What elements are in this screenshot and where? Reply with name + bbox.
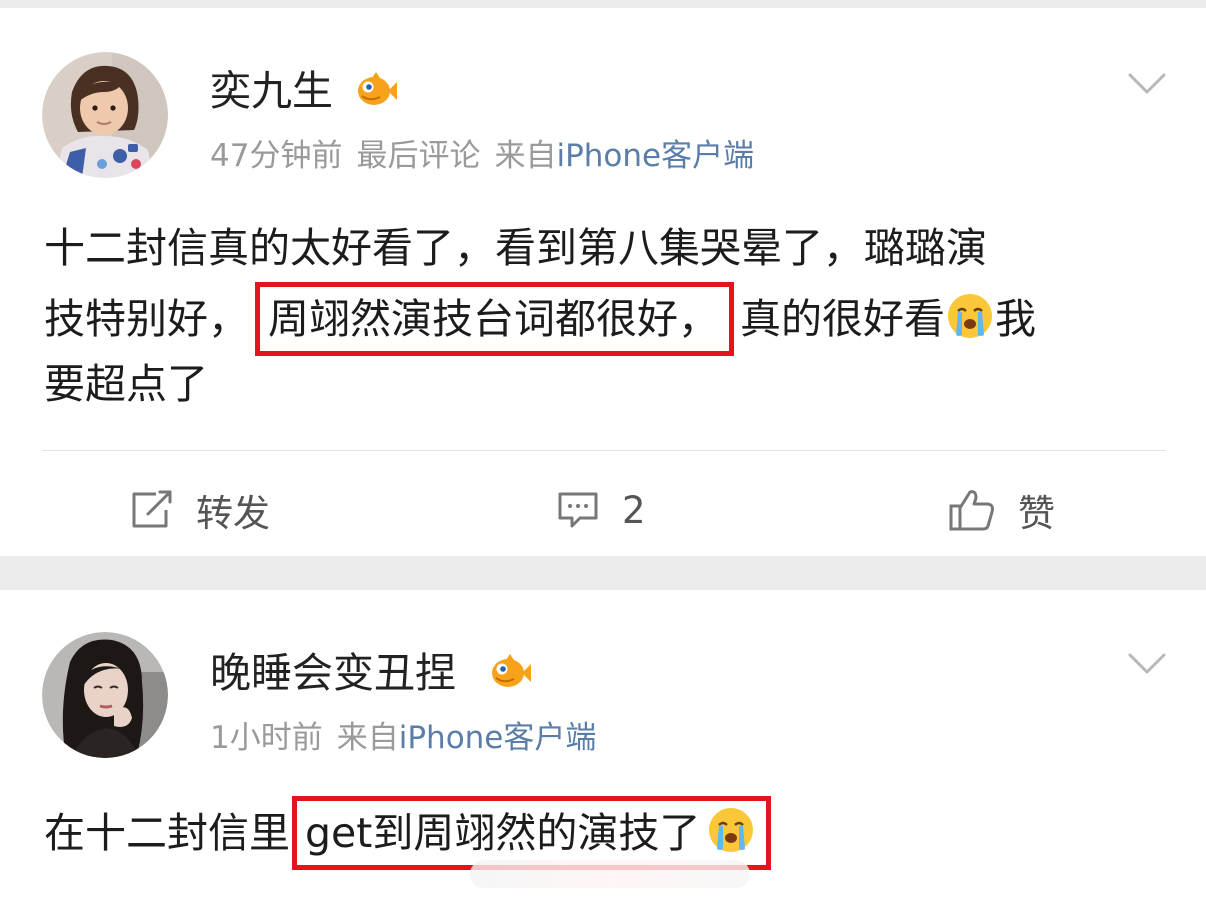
post-text-segment: 真的很好看 [740,295,945,343]
crying-face-icon [948,294,992,338]
repost-icon [132,490,172,528]
action-bar: 转发 2 赞 [0,478,1206,542]
last-comment-label: 最后评论 [356,138,481,174]
post-text: 十二封信真的太好看了，看到第八集哭晕了，璐璐演 技特别好， 周翊然演技台词都很好，… [44,214,1164,418]
source-prefix: 来自 [336,720,399,756]
blurred-watermark [470,860,750,888]
highlighted-text: 周翊然演技台词都很好， [255,282,734,356]
post-text-line: 技特别好， 周翊然演技台词都很好， 真的很好看 我 [44,282,1164,356]
source-prefix: 来自 [494,138,557,174]
comment-icon [558,492,598,528]
post-text-segment: 技特别好， [44,295,249,343]
like-label: 赞 [1018,492,1055,535]
repost-label: 转发 [196,492,270,535]
username[interactable]: 奕九生 [210,66,333,116]
vip-fish-badge-icon [492,654,531,687]
post-text-segment: 我 [995,295,1036,343]
post-time: 1小时前 [210,720,323,756]
avatar[interactable] [42,52,168,178]
vip-fish-badge-icon [358,72,397,105]
chevron-down-icon[interactable] [1128,72,1166,96]
post-text-line: 十二封信真的太好看了，看到第八集哭晕了，璐璐演 [44,224,987,272]
post-text-line: 要超点了 [44,360,208,408]
post-meta: 1小时前 来自iPhone客户端 [210,718,596,758]
post-text-segment: 在十二封信里 [44,809,290,857]
post-meta: 47分钟前 最后评论 来自iPhone客户端 [210,136,754,176]
source-link[interactable]: iPhone客户端 [556,138,754,174]
post-text-line: 在十二封信里 get到周翊然的演技了 [44,796,1164,870]
divider [42,450,1166,451]
highlighted-text: get到周翊然的演技了 [292,796,772,870]
post-text: 在十二封信里 get到周翊然的演技了 [44,796,1164,870]
weibo-comment-screenshot: 奕九生 47分钟前 最后评论 来自iPhone客户端 十二封信真的太好看了，看到第八… [0,0,1206,910]
post-time: 47分钟前 [210,138,343,174]
repost-button[interactable]: 转发 [130,478,270,542]
like-button[interactable]: 赞 [948,478,1055,542]
comment-count: 2 [622,488,646,532]
post-card: 奕九生 47分钟前 最后评论 来自iPhone客户端 十二封信真的太好看了，看到第八… [0,8,1206,556]
chevron-down-icon[interactable] [1128,652,1166,676]
post-card: 晚睡会变丑捏 1小时前 来自iPhone客户端 在十二封信里 get到周翊然的演技了 [0,590,1206,910]
comment-button[interactable]: 2 [556,478,646,542]
crying-face-icon [709,808,754,852]
thumbs-up-icon [949,490,994,531]
source-link[interactable]: iPhone客户端 [399,720,597,756]
avatar[interactable] [42,632,168,758]
highlighted-text-content: get到周翊然的演技了 [305,809,701,857]
username[interactable]: 晚睡会变丑捏 [210,648,456,698]
